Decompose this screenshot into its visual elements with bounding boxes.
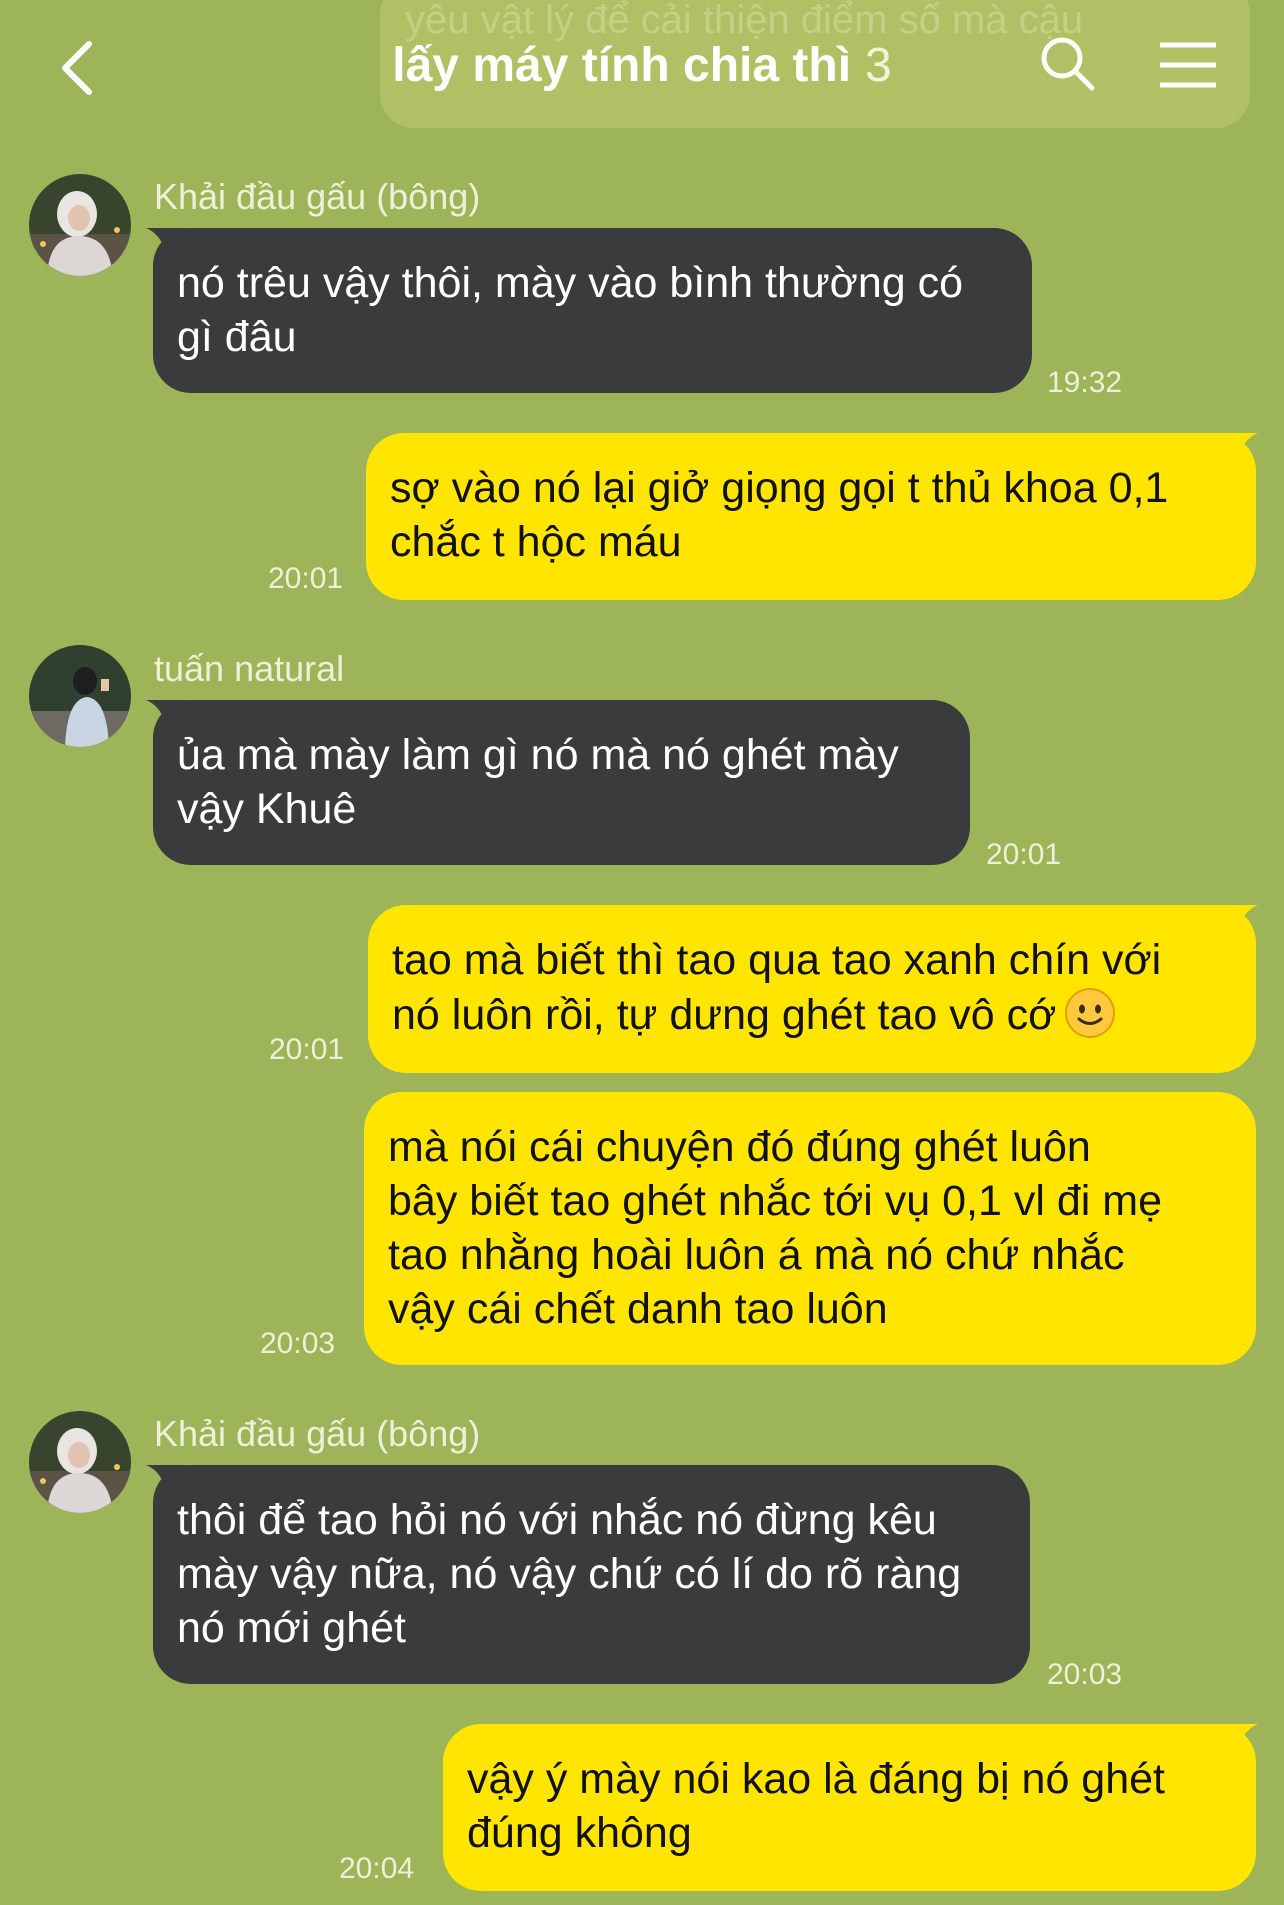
message-time: 20:01 (986, 838, 1062, 871)
avatar-khai[interactable] (29, 174, 131, 276)
message-line: vậy cái chết danh tao luôn (388, 1285, 888, 1333)
slightly-smiling-face-emoji (1065, 988, 1116, 1038)
message-line: bây biết tao ghét nhắc tới vụ 0,1 vl đi … (388, 1177, 1162, 1225)
menu-icon[interactable] (1158, 40, 1218, 90)
message-line: mày vậy nữa, nó vậy chứ có lí do rõ ràng (177, 1550, 962, 1598)
previous-message-text: yêu vật lý để cải thiện điểm số mà cậu (405, 0, 1084, 42)
message-line: thôi để tao hỏi nó với nhắc nó đừng kêu (177, 1496, 937, 1544)
message-time: 20:01 (268, 562, 344, 595)
message-line: ủa mà mày làm gì nó mà nó ghét mày (177, 731, 899, 779)
message-line: chắc t hộc máu (390, 518, 682, 566)
message-line: sợ vào nó lại giở giọng gọi t thủ khoa 0… (390, 464, 1169, 512)
message-line: nó mới ghét (177, 1604, 406, 1652)
message-bubble[interactable]: thôi để tao hỏi nó với nhắc nó đừng kêu … (153, 1465, 1030, 1684)
message-line: tao nhằng hoài luôn á mà nó chứ nhắc (388, 1231, 1125, 1279)
avatar-tuan[interactable] (29, 645, 131, 747)
avatar-khai[interactable] (29, 1411, 131, 1513)
message-bubble[interactable]: tao mà biết thì tao qua tao xanh chín vớ… (368, 905, 1256, 1073)
chat-name: lấy máy tính chia thì (392, 39, 852, 92)
message-line: gì đâu (177, 313, 297, 361)
message-line: vậy Khuê (177, 785, 357, 833)
message-bubble[interactable]: ủa mà mày làm gì nó mà nó ghét mày vậy K… (153, 700, 970, 865)
message-bubble[interactable]: mà nói cái chuyện đó đúng ghét luôn bây … (364, 1092, 1256, 1365)
message-line: nó luôn rồi, tự dưng ghét tao vô cớ (392, 991, 1057, 1039)
sender-name: Khải đầu gấu (bông) (154, 176, 481, 217)
search-icon[interactable] (1038, 34, 1098, 94)
message-time: 19:32 (1047, 366, 1123, 399)
message-time: 20:04 (339, 1852, 415, 1885)
message-time: 20:03 (260, 1327, 336, 1360)
sender-name: tuấn natural (154, 648, 345, 689)
message-line: vậy ý mày nói kao là đáng bị nó ghét (467, 1755, 1165, 1803)
message-bubble[interactable]: nó trêu vậy thôi, mày vào bình thường có… (153, 228, 1032, 393)
message-bubble[interactable]: sợ vào nó lại giở giọng gọi t thủ khoa 0… (366, 433, 1256, 600)
message-time: 20:03 (1047, 1658, 1123, 1691)
sender-name: Khải đầu gấu (bông) (154, 1413, 481, 1454)
message-line: tao mà biết thì tao qua tao xanh chín vớ… (392, 936, 1162, 984)
message-line: mà nói cái chuyện đó đúng ghét luôn (388, 1123, 1091, 1171)
message-bubble[interactable]: vậy ý mày nói kao là đáng bị nó ghét đún… (443, 1724, 1256, 1891)
message-time: 20:01 (269, 1033, 345, 1066)
member-count: 3 (865, 39, 892, 92)
message-line: đúng không (467, 1809, 692, 1857)
message-line: nó trêu vậy thôi, mày vào bình thường có (177, 259, 964, 307)
